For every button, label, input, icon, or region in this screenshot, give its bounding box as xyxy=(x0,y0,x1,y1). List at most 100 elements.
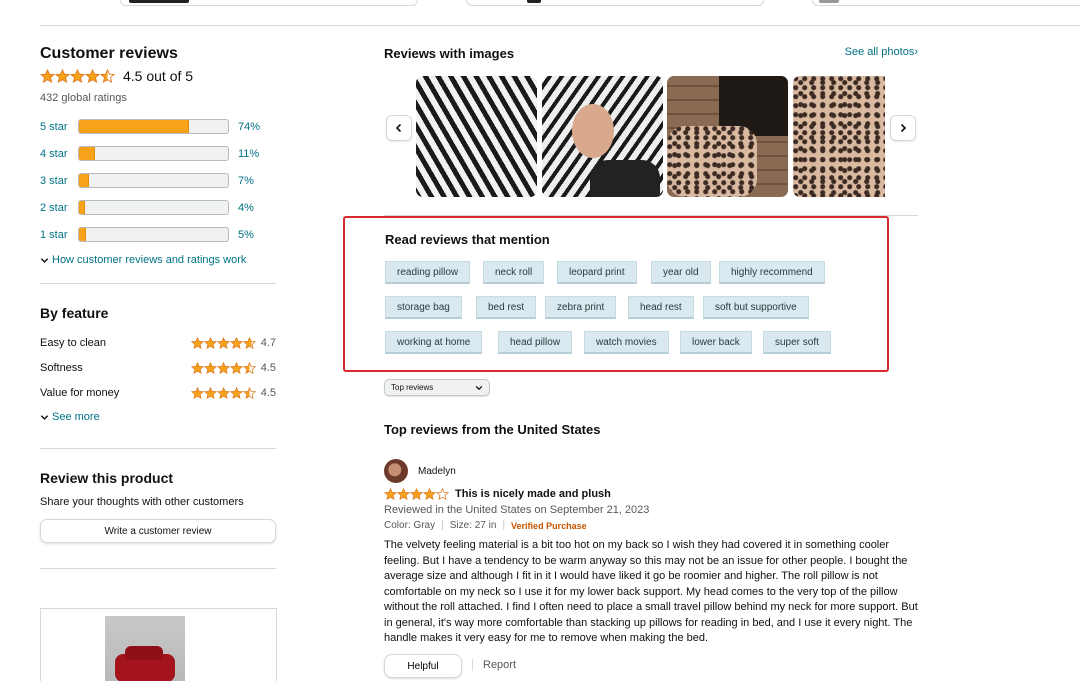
star-icon xyxy=(396,487,411,501)
histogram-row[interactable]: 3 star 7% xyxy=(40,167,276,194)
star-icon xyxy=(84,68,101,84)
mention-chip[interactable]: neck roll xyxy=(483,261,545,284)
star-icon xyxy=(190,361,204,374)
histogram-bar xyxy=(78,200,229,215)
mention-chip[interactable]: head rest xyxy=(628,296,694,319)
mention-chip[interactable]: soft but supportive xyxy=(703,296,809,319)
mention-chip[interactable]: leopard print xyxy=(557,261,637,284)
review-meta: Color: Gray | Size: 27 in | Verified Pur… xyxy=(384,520,587,531)
global-ratings-count: 432 global ratings xyxy=(40,92,127,104)
chevron-down-icon xyxy=(40,414,49,420)
mention-chip[interactable]: highly recommend xyxy=(719,261,825,284)
star-icon xyxy=(242,386,256,399)
histogram-bar xyxy=(78,119,229,134)
histogram-percent: 11% xyxy=(238,147,260,160)
mention-chip[interactable]: super soft xyxy=(763,331,831,354)
reviewer-profile[interactable]: Madelyn xyxy=(384,459,456,483)
histogram-bar-fill xyxy=(79,120,190,133)
mention-chip[interactable]: head pillow xyxy=(498,331,573,354)
chevron-down-icon xyxy=(40,257,49,263)
histogram-star-label: 2 star xyxy=(40,201,68,214)
histogram-bar-fill xyxy=(79,201,85,214)
product-thumbnail xyxy=(527,0,541,3)
feature-rating-row[interactable]: Easy to clean 4.7 xyxy=(40,330,276,355)
write-review-button[interactable]: Write a customer review xyxy=(40,519,276,543)
feature-stars xyxy=(190,361,256,374)
helpful-button[interactable]: Helpful xyxy=(384,654,462,678)
reviews-with-images-title: Reviews with images xyxy=(384,46,515,61)
product-card[interactable] xyxy=(812,0,1080,6)
histogram-percent: 4% xyxy=(238,201,254,214)
star-icon xyxy=(216,336,230,349)
review-this-product-title: Review this product xyxy=(40,470,174,486)
review-headline[interactable]: This is nicely made and plush xyxy=(455,488,611,500)
average-rating-text: 4.5 out of 5 xyxy=(123,68,194,84)
histogram-row[interactable]: 1 star 5% xyxy=(40,221,276,248)
feature-rating-row[interactable]: Softness 4.5 xyxy=(40,355,276,380)
review-photo[interactable] xyxy=(793,76,885,197)
star-icon xyxy=(435,487,450,501)
histogram-row[interactable]: 2 star 4% xyxy=(40,194,276,221)
divider xyxy=(40,448,276,449)
verified-purchase-badge: Verified Purchase xyxy=(511,520,587,531)
by-feature-title: By feature xyxy=(40,305,109,321)
how-reviews-work-label: How customer reviews and ratings work xyxy=(52,254,247,266)
mention-chip[interactable]: working at home xyxy=(385,331,483,354)
histogram-row[interactable]: 5 star 74% xyxy=(40,113,276,140)
sponsored-product-card[interactable] xyxy=(40,608,277,681)
divider xyxy=(40,283,276,284)
review-date: Reviewed in the United States on Septemb… xyxy=(384,504,650,516)
sort-reviews-select[interactable]: Top reviews xyxy=(384,379,490,396)
feature-rating-value: 4.5 xyxy=(260,386,276,399)
review-stars[interactable] xyxy=(383,487,450,501)
feature-stars xyxy=(190,386,256,399)
leopard-pillow-shape xyxy=(667,126,757,197)
average-rating[interactable]: 4.5 out of 5 xyxy=(39,68,276,84)
product-card[interactable] xyxy=(466,0,764,6)
divider xyxy=(40,568,276,569)
report-link[interactable]: Report xyxy=(472,659,516,671)
star-icon xyxy=(409,487,424,501)
mention-chip[interactable]: lower back xyxy=(680,331,752,354)
sort-selected-value: Top reviews xyxy=(391,383,434,392)
person-shirt-shape xyxy=(590,160,660,197)
see-all-photos-link[interactable]: See all photos› xyxy=(845,46,918,58)
mention-chip[interactable]: reading pillow xyxy=(385,261,471,284)
review-photo[interactable] xyxy=(667,76,788,197)
review-photo[interactable] xyxy=(542,76,663,197)
chevron-right-icon xyxy=(900,123,907,133)
review-size[interactable]: Size: 27 in xyxy=(450,520,497,531)
customer-reviews-title: Customer reviews xyxy=(40,45,178,62)
feature-rating-value: 4.5 xyxy=(260,361,276,374)
mention-chip[interactable]: watch movies xyxy=(584,331,669,354)
carousel-next-button[interactable] xyxy=(890,115,916,141)
star-icon xyxy=(203,386,217,399)
star-icon xyxy=(203,361,217,374)
histogram-row[interactable]: 4 star 11% xyxy=(40,140,276,167)
feature-stars xyxy=(190,336,256,349)
top-product-strip xyxy=(40,0,1080,26)
carousel-prev-button[interactable] xyxy=(386,115,412,141)
feature-name: Easy to clean xyxy=(40,336,107,349)
mention-chip[interactable]: bed rest xyxy=(476,296,537,319)
star-icon xyxy=(242,336,256,349)
see-more-features-link[interactable]: See more xyxy=(40,411,276,423)
see-all-photos-label: See all photos xyxy=(844,46,915,58)
feature-rating-row[interactable]: Value for money 4.5 xyxy=(40,380,276,405)
review-color[interactable]: Color: Gray xyxy=(384,520,435,531)
feature-rating-value: 4.7 xyxy=(260,336,276,349)
star-icon xyxy=(229,386,243,399)
mention-chip[interactable]: zebra print xyxy=(545,296,617,319)
how-reviews-work-link[interactable]: How customer reviews and ratings work xyxy=(40,254,276,266)
mention-chip[interactable]: storage bag xyxy=(385,296,462,319)
feature-name: Value for money xyxy=(40,386,120,399)
rating-histogram: 5 star 74% 4 star 11% 3 star 7% 2 star 4% 1 star… xyxy=(40,113,276,248)
sponsored-product-image xyxy=(105,616,185,681)
product-card[interactable] xyxy=(120,0,418,6)
star-icon xyxy=(216,361,230,374)
star-icon xyxy=(203,336,217,349)
review-photo[interactable] xyxy=(416,76,537,197)
histogram-star-label: 5 star xyxy=(40,120,68,133)
mention-chip[interactable]: year old xyxy=(651,261,711,284)
histogram-star-label: 1 star xyxy=(40,228,68,241)
